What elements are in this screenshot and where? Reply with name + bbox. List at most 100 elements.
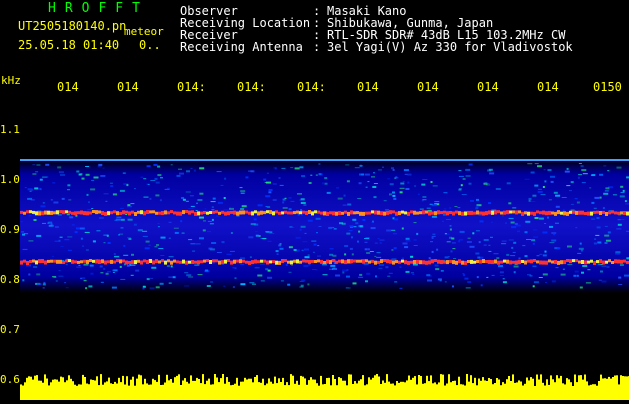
signal-segment: [410, 210, 413, 214]
signal-segment: [89, 259, 92, 262]
power-bar: [434, 382, 436, 400]
noise-speckle: [620, 219, 625, 221]
noise-speckle: [90, 188, 96, 191]
noise-speckle: [337, 197, 343, 200]
noise-speckle: [402, 242, 408, 245]
power-bar: [314, 379, 316, 400]
signal-segment: [365, 211, 368, 215]
noise-speckle: [344, 245, 349, 247]
power-bar: [436, 384, 438, 400]
signal-segment: [284, 259, 287, 263]
power-bar: [524, 383, 526, 400]
noise-speckle: [42, 222, 46, 224]
noise-speckle: [112, 193, 117, 196]
signal-segment: [74, 211, 77, 216]
noise-speckle: [317, 255, 321, 257]
power-bar: [298, 384, 300, 400]
signal-segment: [305, 211, 308, 215]
noise-speckle: [224, 177, 227, 180]
noise-speckle: [232, 267, 237, 269]
noise-speckle: [599, 196, 602, 199]
noise-speckle: [110, 185, 114, 188]
noise-speckle: [401, 227, 404, 230]
power-bar: [514, 382, 516, 400]
noise-speckle: [217, 201, 223, 204]
noise-speckle: [513, 271, 516, 274]
noise-speckle: [50, 199, 53, 201]
power-bar: [36, 375, 38, 400]
power-bar: [20, 384, 22, 400]
noise-speckle: [85, 166, 90, 167]
noise-speckle: [475, 207, 479, 210]
noise-speckle: [508, 217, 514, 219]
signal-segment: [194, 211, 197, 216]
power-bar: [506, 379, 508, 400]
noise-speckle: [343, 194, 346, 197]
signal-segment: [251, 211, 254, 216]
signal-segment: [230, 210, 233, 214]
noise-speckle: [290, 167, 294, 169]
noise-speckle: [551, 232, 557, 234]
noise-speckle: [414, 185, 417, 187]
noise-speckle: [178, 168, 182, 170]
signal-segment: [437, 210, 440, 215]
noise-speckle: [55, 280, 58, 282]
signal-segment: [227, 211, 230, 216]
power-bar: [384, 382, 386, 400]
signal-segment: [164, 210, 167, 215]
noise-speckle: [315, 174, 318, 176]
noise-speckle: [172, 276, 176, 279]
signal-segment: [104, 211, 107, 216]
power-bar: [106, 381, 108, 400]
power-bar: [488, 378, 490, 400]
noise-speckle: [119, 265, 122, 268]
power-bar: [84, 377, 86, 400]
power-bar: [626, 376, 628, 400]
noise-speckle: [379, 242, 382, 244]
power-bar: [276, 383, 278, 400]
noise-speckle: [416, 232, 419, 235]
noise-speckle: [488, 244, 491, 246]
noise-speckle: [468, 163, 473, 166]
signal-segment: [557, 260, 560, 265]
signal-segment: [203, 211, 206, 214]
noise-speckle: [329, 253, 334, 256]
signal-segment: [110, 211, 113, 215]
noise-speckle: [276, 253, 279, 255]
signal-segment: [83, 259, 86, 263]
signal-segment: [551, 211, 554, 215]
noise-speckle: [84, 231, 90, 233]
noise-speckle: [259, 263, 265, 265]
power-bar: [254, 377, 256, 400]
noise-speckle: [488, 168, 493, 171]
noise-speckle: [318, 173, 322, 176]
power-bar: [112, 384, 114, 400]
signal-segment: [191, 260, 194, 264]
power-bar: [292, 375, 294, 400]
noise-speckle: [333, 228, 337, 230]
noise-speckle: [345, 164, 350, 166]
noise-speckle: [239, 187, 243, 189]
signal-segment: [182, 259, 185, 264]
noise-speckle: [158, 248, 164, 249]
noise-speckle: [591, 218, 596, 220]
power-bar: [338, 377, 340, 400]
noise-speckle: [39, 178, 43, 181]
power-bar: [594, 384, 596, 400]
signal-segment: [362, 259, 365, 264]
signal-segment: [371, 210, 374, 214]
noise-speckle: [578, 163, 582, 164]
noise-speckle: [428, 257, 431, 260]
noise-speckle: [137, 229, 143, 232]
signal-segment: [56, 259, 59, 264]
power-bar: [194, 380, 196, 400]
signal-segment: [275, 210, 278, 214]
power-bar: [476, 385, 478, 400]
noise-speckle: [371, 176, 375, 178]
signal-segment: [491, 210, 494, 215]
noise-speckle: [367, 248, 370, 251]
noise-speckle: [402, 181, 405, 183]
noise-speckle: [413, 239, 417, 241]
power-bar: [456, 385, 458, 400]
power-bar: [210, 384, 212, 400]
